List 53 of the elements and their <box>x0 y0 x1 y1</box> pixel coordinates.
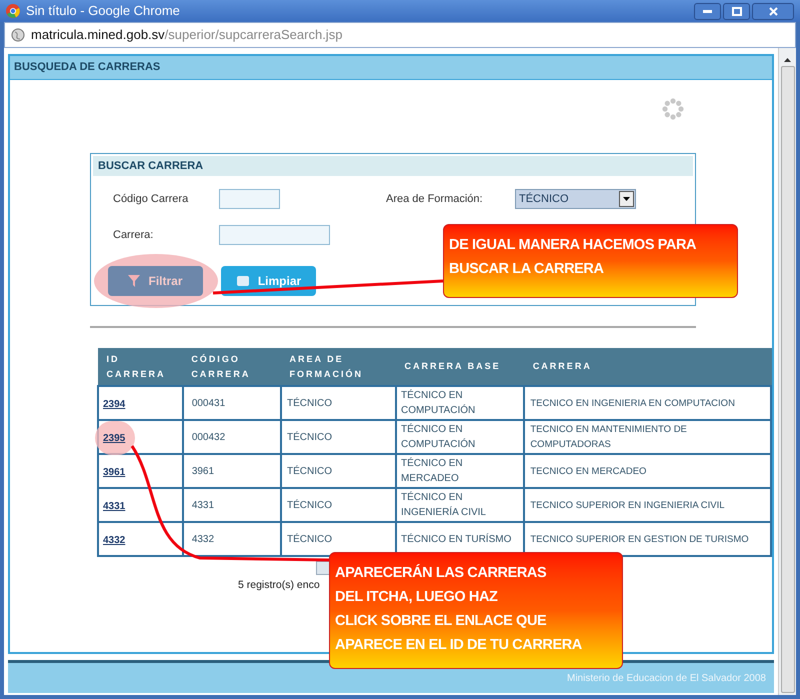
column-header: AREA DE FORMACIÓN <box>281 348 396 386</box>
column-header: ID CARRERA <box>98 348 183 386</box>
column-header: CÓDIGO CARRERA <box>182 348 282 386</box>
area-select[interactable]: TÉCNICO <box>515 189 636 209</box>
table-cell: TÉCNICO <box>281 488 396 522</box>
maximize-icon <box>732 6 742 16</box>
minimize-button[interactable] <box>694 2 721 20</box>
close-icon <box>768 6 778 16</box>
filter-icon <box>128 274 140 288</box>
record-count: 5 registro(s) enco <box>238 578 321 593</box>
table-cell: 3961 <box>182 454 282 488</box>
maximize-button[interactable] <box>723 2 750 20</box>
career-id-link[interactable]: 2395 <box>103 433 126 444</box>
table-cell: TÉCNICO <box>281 454 396 488</box>
table-cell: TECNICO EN INGENIERIA EN COMPUTACION <box>524 386 771 420</box>
callout-text: APARECERÁN LAS CARRERAS DEL ITCHA, LUEGO HAZ CLICK SOBRE EL ENLACE QUE APARECE EN EL ID DE TU CARRERA <box>335 563 583 655</box>
table-cell: TÉCNICO EN COMPUTACIÓN <box>396 386 524 420</box>
table-cell: TÉCNICO EN INGENIERÍA CIVIL <box>396 488 524 522</box>
page-header: BUSQUEDA DE CARRERAS <box>14 60 160 76</box>
close-button[interactable] <box>752 2 794 20</box>
code-input-field[interactable] <box>219 189 280 209</box>
browser-logo-icon <box>6 4 20 18</box>
globe-icon <box>11 28 25 42</box>
table-cell: 000431 <box>182 386 282 420</box>
career-input-field[interactable] <box>219 225 330 245</box>
table-cell: 4332 <box>182 522 282 556</box>
table-cell: TÉCNICO EN MERCADEO <box>396 454 524 488</box>
scroll-up-icon <box>784 58 792 62</box>
career-id-link[interactable]: 4331 <box>103 501 126 512</box>
table-cell: TECNICO EN MERCADEO <box>524 454 771 488</box>
table-cell: 4331 <box>182 488 282 522</box>
career-id-link[interactable]: 3961 <box>103 467 126 478</box>
panel-title: BUSCAR CARRERA <box>98 158 204 174</box>
career-id-link[interactable]: 4332 <box>103 535 126 546</box>
callout-text: DE IGUAL MANERA HACEMOS PARA BUSCAR LA CARRERA <box>449 236 698 279</box>
footer-text: Ministerio de Educacion de El Salvador 2008 <box>566 672 766 686</box>
minimize-icon <box>703 10 712 12</box>
table-cell: TECNICO EN MANTENIMIENTO DE COMPUTADORAS <box>524 420 771 454</box>
career-id-link[interactable]: 2394 <box>103 399 126 410</box>
table-cell: TÉCNICO EN COMPUTACIÓN <box>396 420 524 454</box>
column-header: CARRERA <box>524 348 771 386</box>
table-cell: TÉCNICO <box>281 420 396 454</box>
table-cell: TÉCNICO <box>281 386 396 420</box>
column-header: CARRERA BASE <box>396 348 524 386</box>
window-title: Sin título - Google Chrome <box>26 2 180 20</box>
field-label: Carrera: <box>113 228 154 243</box>
table-cell: 000432 <box>182 420 282 454</box>
field-label: Código Carrera <box>113 192 190 207</box>
field-label: Area de Formación: <box>386 192 484 207</box>
loading-spinner-icon <box>661 97 685 121</box>
scrollbar[interactable] <box>778 48 796 695</box>
dropdown-arrow-icon <box>623 197 630 201</box>
table-cell: TECNICO SUPERIOR EN INGENIERIA CIVIL <box>524 488 771 522</box>
